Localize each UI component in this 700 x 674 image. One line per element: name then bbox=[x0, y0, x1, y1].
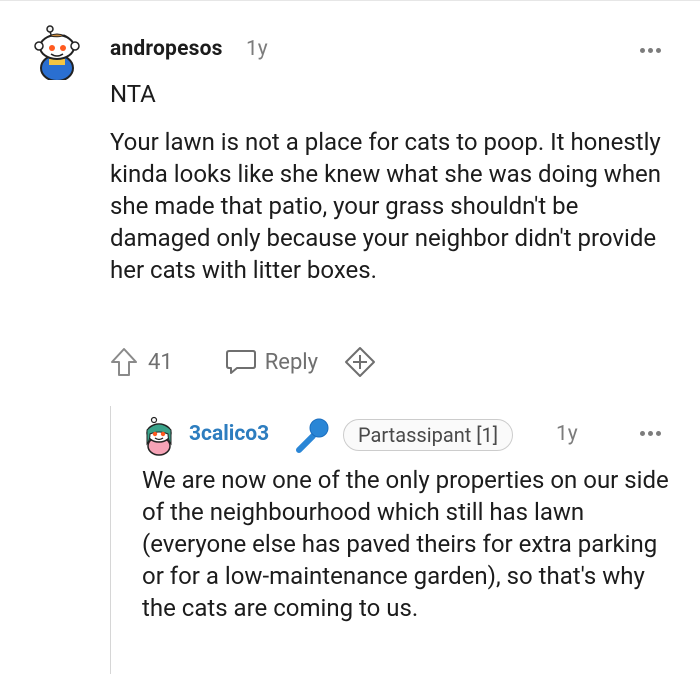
upvote-arrow-icon[interactable] bbox=[110, 347, 138, 377]
top-divider bbox=[0, 0, 700, 1]
reply-username[interactable]: 3calico3 bbox=[189, 422, 269, 446]
comment-paragraph: Your lawn is not a place for cats to poo… bbox=[110, 128, 662, 284]
add-award-icon[interactable] bbox=[344, 346, 376, 378]
snoo-avatar[interactable] bbox=[142, 416, 176, 456]
speech-bubble-icon[interactable] bbox=[225, 348, 257, 376]
microphone-icon bbox=[293, 416, 331, 454]
comment-actions: 41 Reply bbox=[110, 344, 376, 380]
reply-timestamp: 1y bbox=[556, 422, 578, 446]
more-dots-icon[interactable] bbox=[640, 46, 664, 54]
reply-button[interactable]: Reply bbox=[265, 350, 318, 375]
comment-paragraph: NTA bbox=[110, 80, 156, 108]
comment-username[interactable]: andropesos bbox=[110, 37, 223, 61]
vote-count: 41 bbox=[148, 349, 173, 375]
more-dots-icon[interactable] bbox=[640, 429, 664, 437]
thread-line[interactable] bbox=[110, 406, 111, 674]
comment-timestamp: 1y bbox=[246, 37, 268, 61]
snoo-avatar[interactable] bbox=[33, 24, 85, 82]
reply-body: We are now one of the only properties on… bbox=[142, 466, 669, 622]
user-flair-badge: Partassipant [1] bbox=[343, 419, 514, 451]
comment-body: NTA Your lawn is not a place for cats to… bbox=[110, 78, 680, 286]
